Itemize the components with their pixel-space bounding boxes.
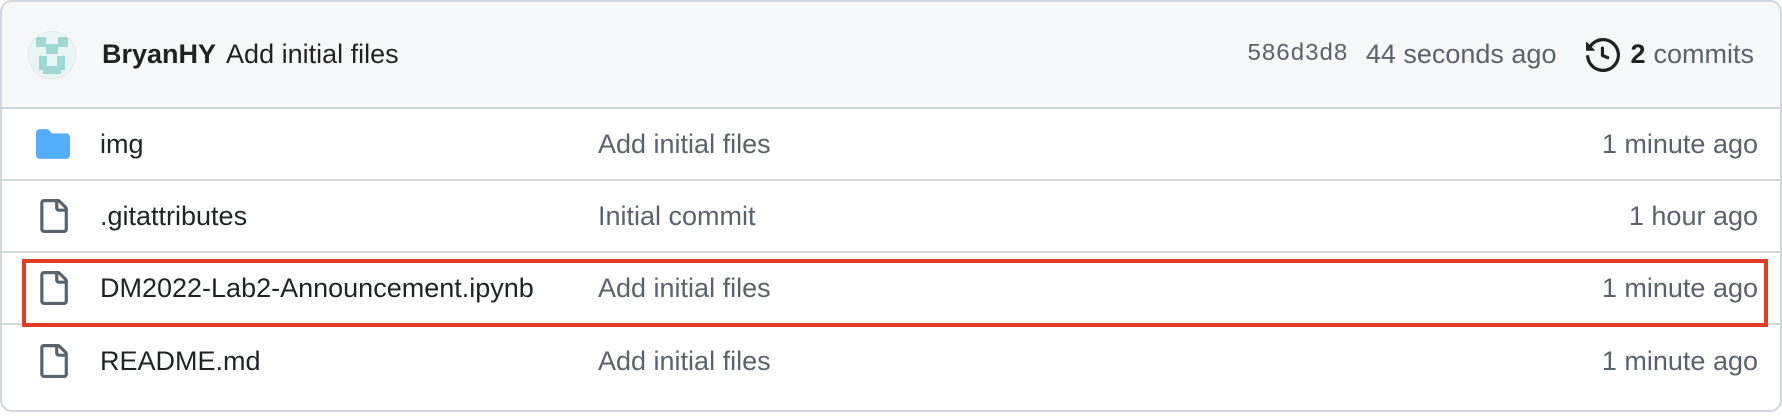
file-row[interactable]: DM2022-Lab2-Announcement.ipynb Add initi… bbox=[2, 253, 1780, 325]
file-commit-age: 1 minute ago bbox=[1601, 272, 1758, 303]
file-commit-age: 1 hour ago bbox=[1628, 200, 1758, 231]
file-commit-message[interactable]: Add initial files bbox=[598, 129, 1602, 160]
commit-time[interactable]: 44 seconds ago bbox=[1366, 39, 1557, 70]
commits-link[interactable]: 2 commits bbox=[1586, 37, 1755, 72]
latest-commit-bar: BryanHY Add initial files 586d3d8 44 sec… bbox=[2, 2, 1780, 109]
file-row[interactable]: README.md Add initial files 1 minute ago bbox=[2, 325, 1780, 397]
file-icon bbox=[40, 271, 68, 305]
file-name-link[interactable]: img bbox=[100, 129, 580, 160]
file-commit-message[interactable]: Add initial files bbox=[598, 273, 1602, 304]
history-icon bbox=[1586, 37, 1621, 72]
file-commit-message[interactable]: Initial commit bbox=[598, 201, 1629, 232]
commit-author[interactable]: BryanHY bbox=[102, 39, 216, 70]
avatar[interactable] bbox=[28, 30, 76, 79]
commit-sha[interactable]: 586d3d8 bbox=[1247, 41, 1348, 68]
file-icon bbox=[40, 199, 68, 233]
file-row[interactable]: img Add initial files 1 minute ago bbox=[2, 109, 1780, 181]
commits-count: 2 bbox=[1630, 39, 1646, 69]
file-row[interactable]: .gitattributes Initial commit 1 hour ago bbox=[2, 181, 1780, 253]
file-commit-age: 1 minute ago bbox=[1601, 128, 1758, 159]
file-icon bbox=[40, 344, 68, 378]
commit-message[interactable]: Add initial files bbox=[226, 39, 399, 70]
file-commit-age: 1 minute ago bbox=[1601, 345, 1758, 376]
file-name-link[interactable]: DM2022-Lab2-Announcement.ipynb bbox=[100, 273, 580, 304]
identicon-icon bbox=[29, 31, 75, 78]
file-commit-message[interactable]: Add initial files bbox=[598, 346, 1602, 377]
file-name-link[interactable]: README.md bbox=[100, 346, 580, 377]
file-list-box: BryanHY Add initial files 586d3d8 44 sec… bbox=[0, 0, 1782, 412]
file-name-link[interactable]: .gitattributes bbox=[100, 201, 580, 232]
commits-label: commits bbox=[1653, 39, 1755, 69]
folder-icon bbox=[36, 129, 70, 159]
